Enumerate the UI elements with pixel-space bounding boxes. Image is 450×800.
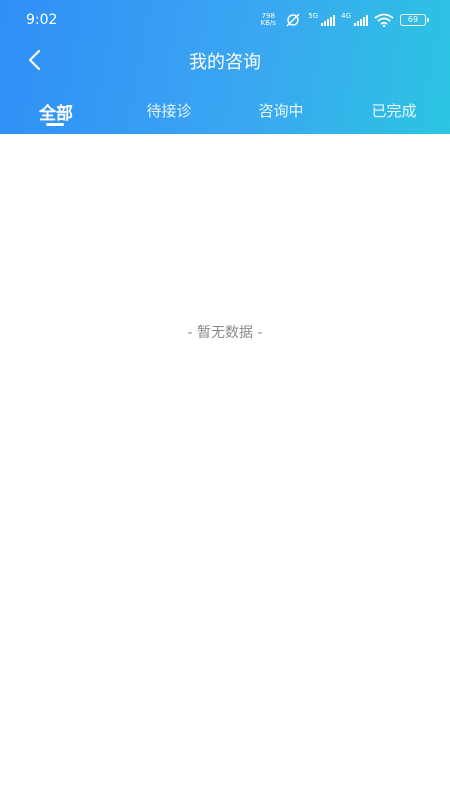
muted-alarm-icon <box>286 13 300 27</box>
tab-completed[interactable]: 已完成 <box>371 100 416 121</box>
sim1-label: 5G <box>308 12 319 20</box>
signal-icon <box>321 14 336 26</box>
app-header: 9:02 798 KB/s 5G 4G 69 我的咨询 全部 待接诊 咨询中 已… <box>0 0 450 134</box>
status-bar: 9:02 798 KB/s 5G 4G 69 <box>0 0 450 40</box>
tab-all[interactable]: 全部 <box>39 99 73 124</box>
tab-bar: 全部 待接诊 咨询中 已完成 <box>0 96 450 134</box>
status-icons: 798 KB/s 5G 4G 69 <box>258 12 429 28</box>
battery-icon: 69 <box>400 14 429 26</box>
net-speed-unit: KB/s <box>260 19 276 27</box>
battery-level: 69 <box>407 15 419 24</box>
empty-state-text: - 暂无数据 - <box>187 325 263 341</box>
consultation-list <box>0 134 450 800</box>
tab-pending[interactable]: 待接诊 <box>146 100 191 121</box>
sim2-label: 4G <box>341 12 351 20</box>
net-speed: 798 KB/s <box>258 13 278 27</box>
page-title: 我的咨询 <box>189 52 261 73</box>
wifi-icon <box>374 13 394 27</box>
status-time: 9:02 <box>26 12 58 28</box>
signal-icon <box>354 14 368 26</box>
tab-in-progress[interactable]: 咨询中 <box>258 100 303 121</box>
active-tab-indicator <box>46 123 64 126</box>
